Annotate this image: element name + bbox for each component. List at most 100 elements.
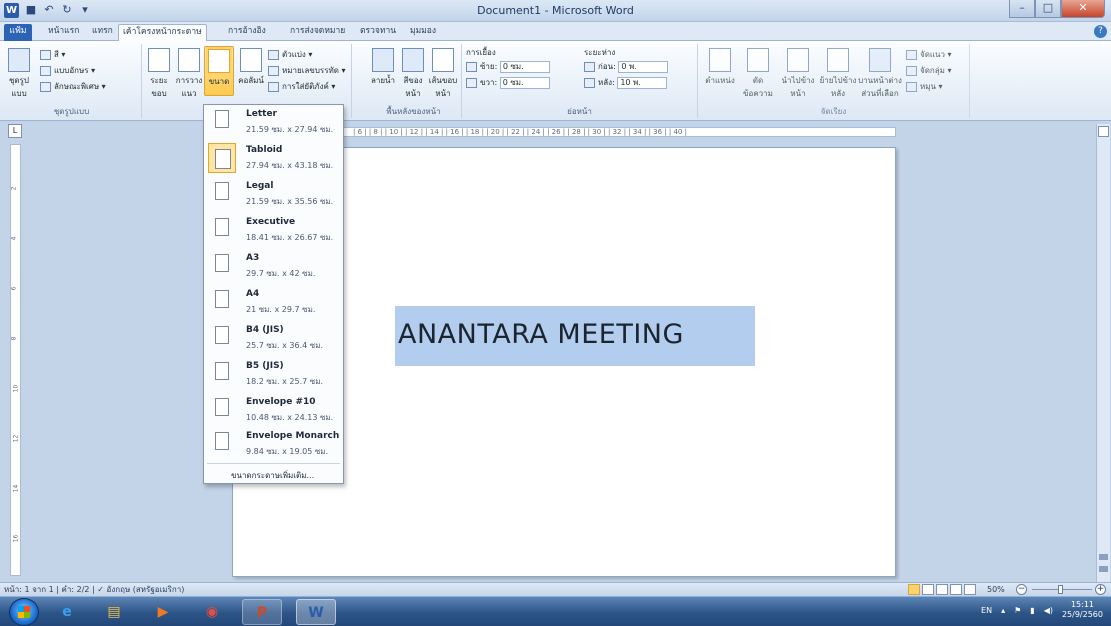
size-option-a4[interactable]: A4 21 ซม. x 29.7 ซม. (204, 285, 343, 322)
theme-fonts-button[interactable]: แบบอักษร ▾ (40, 64, 95, 77)
group-button[interactable]: จัดกลุ่ม ▾ (906, 64, 951, 77)
line-numbers-button[interactable]: หมายเลขบรรทัด ▾ (268, 64, 346, 77)
volume-icon[interactable]: ◀) (1044, 606, 1053, 615)
zoom-level[interactable]: 50% (987, 583, 1005, 596)
chrome-icon[interactable]: ◉ (195, 599, 229, 625)
web-layout-view-icon[interactable] (936, 584, 948, 595)
position-button[interactable]: ตำแหน่ง (702, 48, 738, 87)
tab-view[interactable]: มุมมอง (406, 24, 440, 41)
theme-colors-button[interactable]: สี ▾ (40, 48, 65, 61)
margins-button[interactable]: ระยะขอบ (144, 48, 174, 100)
indent-right-input[interactable]: 0 ซม. (499, 76, 550, 89)
proofing-icon[interactable]: ✓ (97, 585, 104, 594)
page-background-group: ลายน้ำ สีของหน้า เส้นขอบหน้า พื้นหลังของ… (366, 44, 462, 118)
draft-view-icon[interactable] (964, 584, 976, 595)
media-player-icon[interactable]: ▶ (146, 599, 180, 625)
size-option-tabloid[interactable]: Tabloid 27.94 ซม. x 43.18 ซม. (204, 141, 343, 178)
powerpoint-icon[interactable]: P (242, 599, 282, 625)
selection-pane-button[interactable]: บานหน้าต่างส่วนที่เลือก (858, 48, 902, 100)
indent-right: ขวา: 0 ซม. (466, 76, 550, 89)
hyphenation-button[interactable]: การใส่ยัติภังค์ ▾ (268, 80, 335, 93)
size-button[interactable]: ขนาด (204, 46, 234, 96)
language-bar[interactable]: EN (981, 606, 992, 615)
selected-heading-text[interactable]: ANANTARA MEETING (395, 306, 755, 366)
page-icon (208, 143, 236, 173)
page-count[interactable]: หน้า: 1 จาก 1 (4, 585, 54, 594)
outline-view-icon[interactable] (950, 584, 962, 595)
columns-button[interactable]: คอลัมน์ (236, 48, 266, 87)
tab-page-layout[interactable]: เค้าโครงหน้ากระดาษ (118, 24, 207, 41)
align-button[interactable]: จัดแนว ▾ (906, 48, 952, 61)
ruler-toggle-button[interactable] (1098, 126, 1109, 137)
orientation-button[interactable]: การวางแนว (174, 48, 204, 100)
indent-left-input[interactable]: 0 ซม. (499, 60, 550, 73)
paragraph-group: การเยื้อง ซ้าย: 0 ซม. ขวา: 0 ซม. ระยะห่า… (462, 44, 698, 118)
tab-mailings[interactable]: การส่งจดหมาย (286, 24, 349, 41)
network-icon[interactable]: ▮ (1030, 606, 1034, 615)
tab-file[interactable]: แฟ้ม (4, 24, 32, 41)
print-layout-view-icon[interactable] (908, 584, 920, 595)
page-borders-button[interactable]: เส้นขอบหน้า (428, 48, 458, 100)
vertical-scrollbar[interactable] (1096, 124, 1110, 582)
tab-insert[interactable]: แทรก (88, 24, 117, 41)
fonts-icon (40, 65, 51, 76)
tab-references[interactable]: การอ้างอิง (224, 24, 270, 41)
breaks-button[interactable]: ตัวแบ่ง ▾ (268, 48, 312, 61)
tray-arrow-icon[interactable]: ▴ (1001, 606, 1005, 615)
vertical-ruler[interactable]: 2 4 6 8 10 12 14 16 (10, 144, 21, 576)
bring-forward-button[interactable]: นำไปข้างหน้า (778, 48, 818, 100)
system-tray: EN ▴ ⚑ ▮ ◀) 15:11 25/9/2560 (981, 600, 1103, 620)
watermark-button[interactable]: ลายน้ำ (368, 48, 398, 87)
columns-icon (240, 48, 262, 72)
help-icon[interactable]: ? (1094, 25, 1107, 38)
rotate-button[interactable]: หมุน ▾ (906, 80, 943, 93)
colors-icon (40, 49, 51, 60)
spacing-heading: ระยะห่าง (584, 48, 616, 57)
page-color-button[interactable]: สีของหน้า (398, 48, 428, 100)
maximize-button[interactable]: □ (1035, 0, 1061, 18)
size-option-a3[interactable]: A3 29.7 ซม. x 42 ซม. (204, 249, 343, 286)
bring-forward-icon (787, 48, 809, 72)
size-option-executive[interactable]: Executive 18.41 ซม. x 26.67 ซม. (204, 213, 343, 250)
word-count[interactable]: คำ: 2/2 (62, 585, 90, 594)
zoom-slider-handle[interactable] (1058, 585, 1063, 594)
spacing-after-input[interactable]: 10 พ. (617, 76, 668, 89)
themes-button[interactable]: ชุดรูปแบบ (4, 48, 34, 100)
start-button[interactable] (9, 598, 39, 626)
size-option-envelope-10[interactable]: Envelope #10 10.48 ซม. x 24.13 ซม. (204, 393, 343, 430)
tab-home[interactable]: หน้าแรก (44, 24, 83, 41)
zoom-in-button[interactable]: + (1095, 584, 1106, 595)
size-option-letter[interactable]: Letter 21.59 ซม. x 27.94 ซม. (204, 105, 343, 142)
spacing-before-input[interactable]: 0 พ. (618, 60, 669, 73)
minimize-button[interactable]: – (1009, 0, 1035, 18)
tab-review[interactable]: ตรวจทาน (356, 24, 400, 41)
internet-explorer-icon[interactable]: e (50, 599, 84, 625)
orientation-icon (178, 48, 200, 72)
scroll-down-arrow[interactable] (1099, 566, 1108, 572)
page-icon (215, 110, 229, 128)
language-indicator[interactable]: อังกฤษ (สหรัฐอเมริกา) (107, 585, 185, 594)
action-center-flag-icon[interactable]: ⚑ (1014, 606, 1021, 615)
scroll-up-arrow[interactable] (1099, 554, 1108, 560)
close-button[interactable]: ✕ (1061, 0, 1105, 18)
file-explorer-icon[interactable]: ▤ (97, 599, 131, 625)
size-option-legal[interactable]: Legal 21.59 ซม. x 35.56 ซม. (204, 177, 343, 214)
page-icon (215, 362, 229, 380)
clock[interactable]: 15:11 25/9/2560 (1062, 600, 1103, 620)
zoom-out-button[interactable]: − (1016, 584, 1027, 595)
view-buttons (908, 584, 976, 595)
themes-group: ชุดรูปแบบ สี ▾ แบบอักษร ▾ ลักษณะพิเศษ ▾ … (2, 44, 142, 118)
size-option-envelope-monarch[interactable]: Envelope Monarch 9.84 ซม. x 19.05 ซม. (204, 427, 343, 464)
send-backward-button[interactable]: ย้ายไปข้างหลัง (818, 48, 858, 100)
word-icon[interactable]: W (296, 599, 336, 625)
full-screen-view-icon[interactable] (922, 584, 934, 595)
tab-selector[interactable]: L (8, 124, 22, 138)
size-option-b4-jis[interactable]: B4 (JIS) 25.7 ซม. x 36.4 ซม. (204, 321, 343, 358)
wrap-text-button[interactable]: ตัดข้อความ (740, 48, 776, 100)
theme-effects-button[interactable]: ลักษณะพิเศษ ▾ (40, 80, 106, 93)
size-option-b5-jis[interactable]: B5 (JIS) 18.2 ซม. x 25.7 ซม. (204, 357, 343, 394)
more-paper-sizes[interactable]: ขนาดกระดาษเพิ่มเติม... (231, 469, 314, 482)
page-icon (215, 254, 229, 272)
window-controls: – □ ✕ (1009, 0, 1105, 18)
page-size-icon (208, 49, 230, 73)
